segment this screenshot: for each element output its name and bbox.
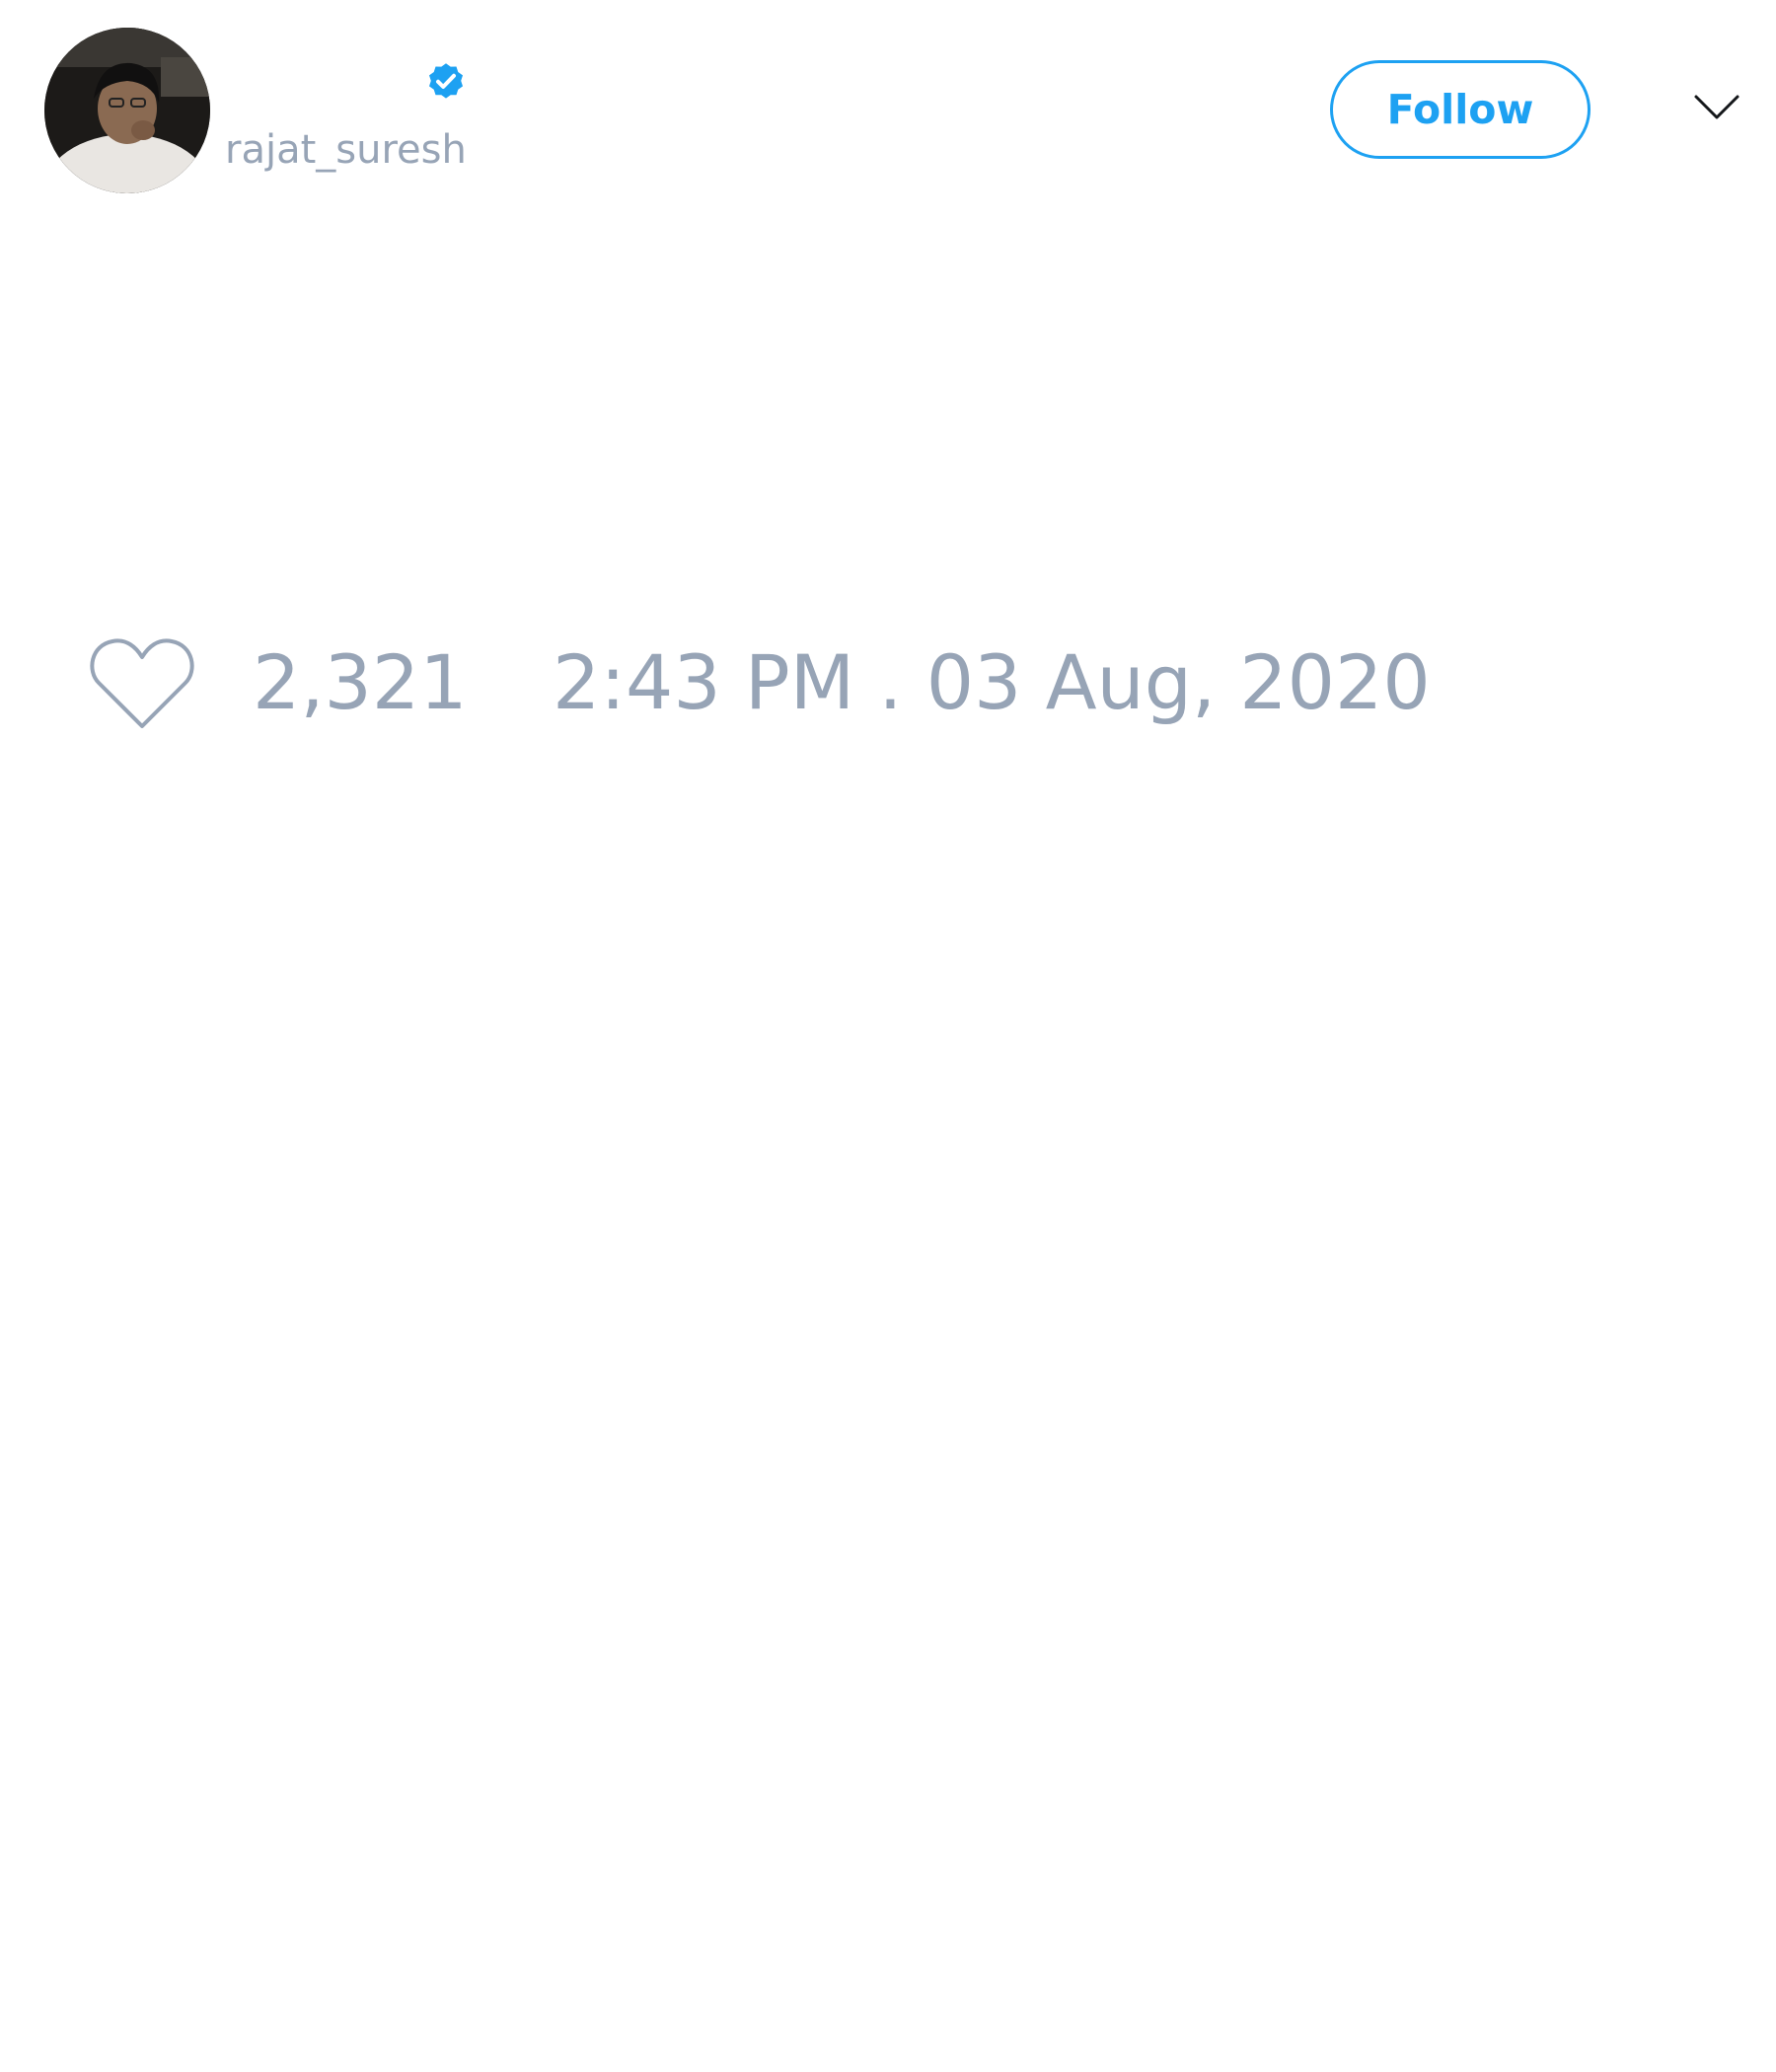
heart-outline-icon[interactable] — [89, 635, 195, 730]
chevron-down-icon[interactable] — [1693, 93, 1740, 122]
follow-button[interactable]: Follow — [1330, 60, 1591, 159]
author-handle[interactable]: rajat_suresh — [225, 124, 467, 176]
tweet-timestamp[interactable]: 2:43 PM . 03 Aug, 2020 — [553, 637, 1431, 728]
verified-badge-icon — [429, 63, 463, 99]
avatar-image — [44, 28, 210, 193]
avatar[interactable] — [44, 28, 210, 193]
like-count: 2,321 — [253, 638, 468, 726]
